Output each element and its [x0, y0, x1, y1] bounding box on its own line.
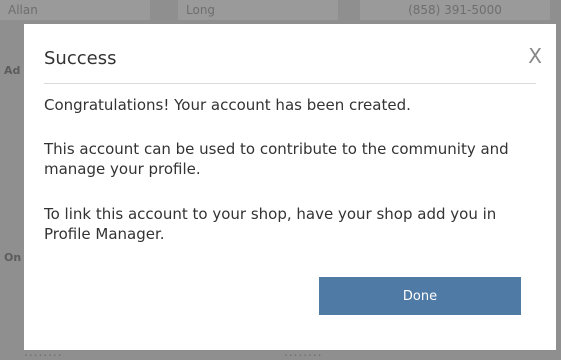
last-name-value: Long: [186, 3, 216, 17]
link-shop-message: To link this account to your shop, have …: [44, 205, 497, 243]
confirmation-message: Congratulations! Your account has been c…: [44, 96, 411, 114]
modal-header: Success X: [24, 24, 556, 82]
phone-field: (858) 391-5000: [360, 0, 550, 20]
first-name-field: Allan: [0, 0, 150, 20]
modal-title: Success: [44, 48, 117, 69]
account-usage-message: This account can be used to contribute t…: [44, 140, 509, 178]
last-name-field: Long: [178, 0, 338, 20]
first-name-value: Allan: [8, 3, 38, 17]
header-divider: [44, 83, 536, 84]
section-label-online: On: [4, 251, 22, 264]
success-modal: Success X Congratulations! Your account …: [24, 24, 556, 350]
done-button[interactable]: Done: [319, 277, 521, 315]
close-button[interactable]: X: [528, 44, 542, 68]
phone-value: (858) 391-5000: [408, 3, 502, 17]
section-label-address: Ad: [4, 64, 21, 77]
